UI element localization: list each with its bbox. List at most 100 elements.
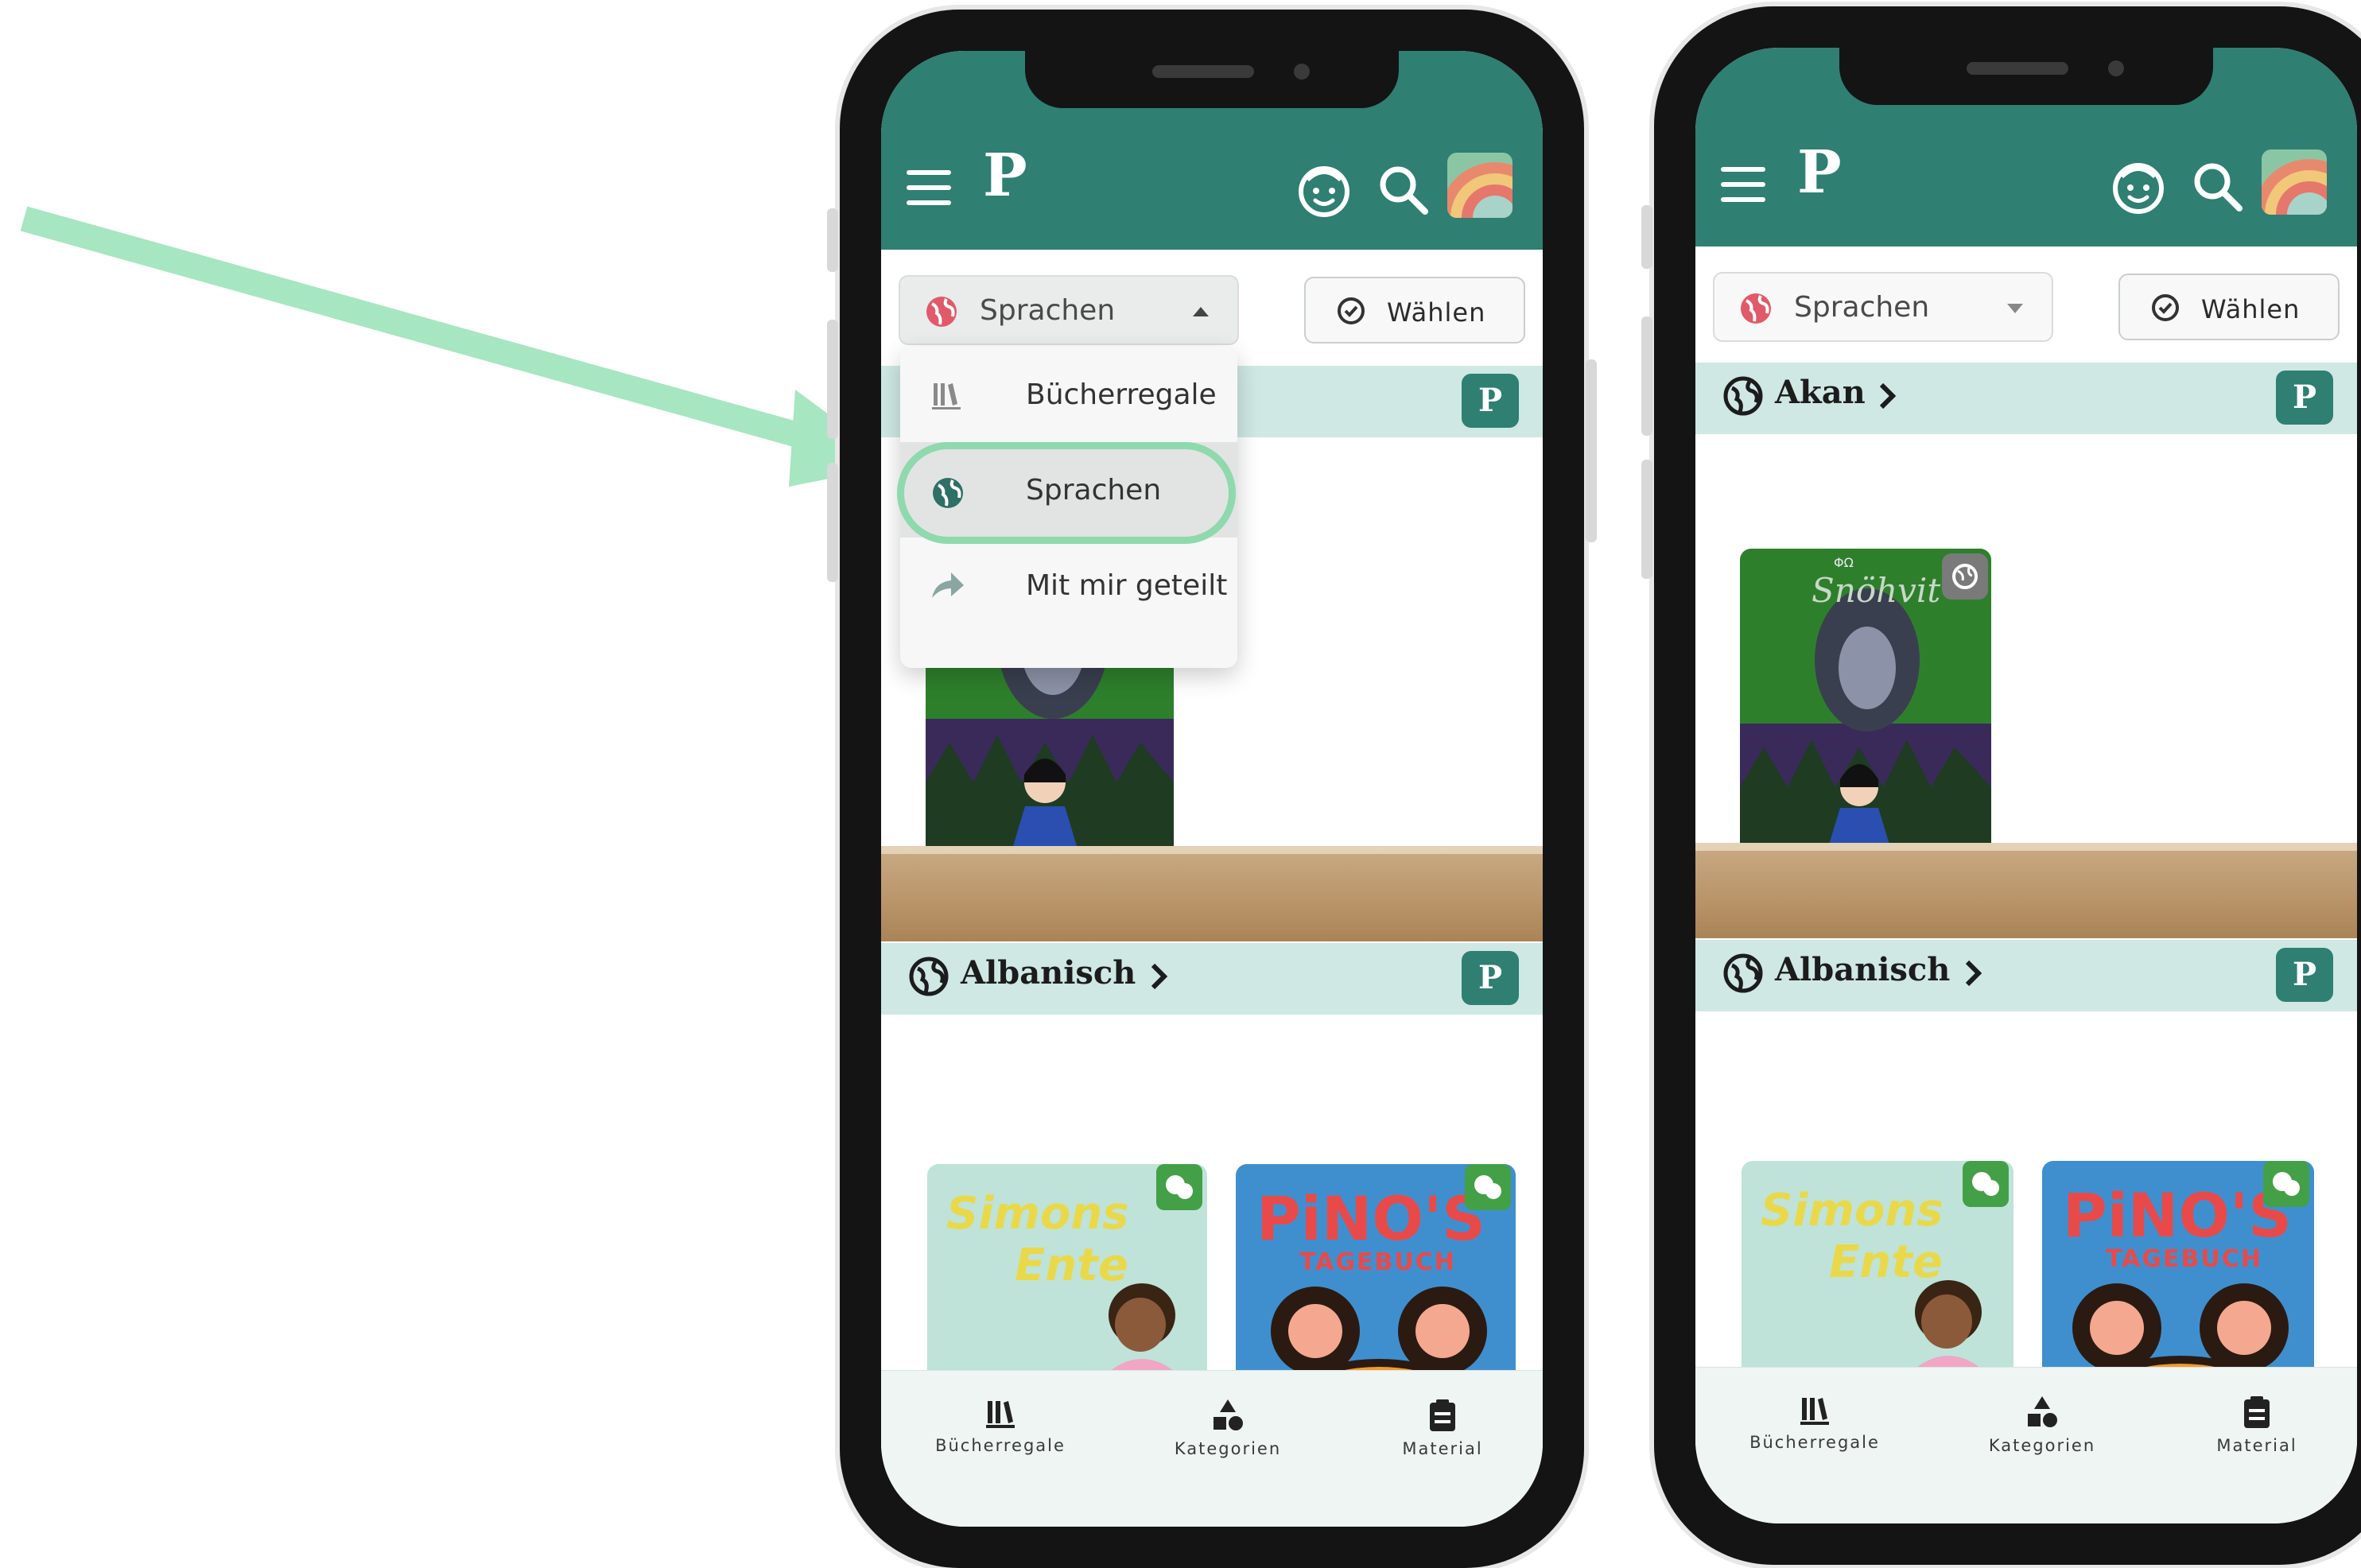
phone-left: P Sprachen Wählen P Albanisch P Simons E… [827, 10, 1597, 1568]
book-title: Simons [946, 1188, 1129, 1240]
phone-screen: P [881, 51, 1543, 1527]
section-header[interactable]: Akan P [1695, 363, 2357, 434]
nav-material[interactable]: Material [2169, 1395, 2344, 1455]
phone-screen: P [1695, 48, 2357, 1523]
shelf [1695, 851, 2357, 938]
menu-item-label: Bücherregale [1026, 378, 1217, 411]
chevron-right-icon[interactable] [1877, 380, 1899, 412]
shelf [881, 854, 1543, 941]
check-circle-icon [1338, 297, 1365, 324]
select-label: Sprachen [980, 294, 1116, 327]
notch [1839, 48, 2213, 105]
side-button [827, 463, 838, 582]
caret-down-icon [2007, 304, 2023, 313]
share-arrow-icon [932, 572, 964, 598]
book-cover[interactable]: ΦΩ Snöhvit [1740, 549, 1991, 891]
book-title: Simons [1761, 1185, 1944, 1236]
section-title: Albanisch [1775, 951, 1951, 988]
book-title: PiNO'S [1256, 1183, 1485, 1254]
chevron-right-icon[interactable] [1148, 961, 1171, 992]
side-button [1586, 359, 1597, 542]
shapes-icon [2028, 1396, 2057, 1427]
side-button [1641, 205, 1652, 269]
book-title: PiNO'S [2063, 1180, 2292, 1251]
bookshelf-icon [1800, 1398, 1829, 1425]
menu-item-shared-with-me[interactable]: Mit mir geteilt [900, 538, 1237, 633]
chat-badge-icon [1465, 1164, 1511, 1210]
select-label: Sprachen [1794, 291, 1930, 324]
child-face-icon[interactable] [2111, 159, 2166, 215]
section-header[interactable]: Albanisch P [1695, 940, 2357, 1011]
choose-label: Wählen [1387, 297, 1486, 328]
nav-label: Bücherregale [1749, 1433, 1880, 1452]
nav-bookshelves[interactable]: Bücherregale [1727, 1395, 1902, 1452]
choose-button[interactable]: Wählen [1304, 277, 1525, 343]
caret-up-icon [1193, 307, 1209, 316]
publisher-badge: P [2276, 948, 2333, 1002]
avatar[interactable] [1447, 153, 1513, 218]
search-icon[interactable] [1376, 162, 1431, 218]
shelf [1695, 843, 2357, 851]
chevron-right-icon[interactable] [1963, 957, 1985, 989]
globe-icon [909, 957, 949, 996]
bottom-nav: Bücherregale Kategorien Material [881, 1370, 1543, 1527]
menu-item-bookshelves[interactable]: Bücherregale [900, 347, 1237, 442]
shelf [881, 846, 1543, 854]
shapes-icon [1214, 1399, 1243, 1430]
nav-categories[interactable]: Kategorien [1955, 1395, 2130, 1455]
publisher-badge: P [1462, 951, 1519, 1005]
bookshelf-icon [932, 383, 961, 409]
globe-icon [1723, 376, 1763, 416]
source-dropdown-menu: Bücherregale Sprachen Mit mir geteilt [897, 347, 1237, 668]
child-face-icon[interactable] [1296, 162, 1352, 218]
search-icon[interactable] [2190, 159, 2246, 215]
clipboard-icon [2244, 1396, 2270, 1428]
globe-icon [1741, 293, 1771, 324]
check-circle-icon [2152, 294, 2179, 321]
section-title: Akan [1775, 374, 1866, 411]
book-subtitle: TAGEBUCH [1299, 1248, 1456, 1276]
publisher-badge: P [2276, 371, 2333, 425]
annotation-arrow [20, 206, 897, 487]
choose-label: Wählen [2201, 294, 2301, 324]
nav-label: Material [2216, 1436, 2297, 1455]
language-select[interactable]: Sprachen [1713, 272, 2053, 342]
nav-label: Bücherregale [935, 1436, 1066, 1455]
menu-icon[interactable] [907, 170, 951, 205]
globe-badge-icon [1942, 553, 1988, 600]
section-title: Albanisch [961, 954, 1136, 992]
choose-button[interactable]: Wählen [2118, 274, 2340, 340]
side-button [827, 320, 838, 439]
bottom-nav: Bücherregale Kategorien Material [1695, 1367, 2357, 1523]
filter-toolbar: Sprachen Wählen [881, 267, 1543, 355]
app-logo[interactable]: P [1797, 143, 1842, 202]
app-logo[interactable]: P [983, 146, 1027, 205]
bookshelf-icon [986, 1401, 1015, 1428]
menu-icon[interactable] [1721, 167, 1765, 202]
section-header[interactable]: Albanisch P [881, 943, 1543, 1015]
globe-icon [1723, 953, 1763, 993]
side-button [827, 208, 838, 272]
notch [1025, 51, 1399, 108]
chat-badge-icon [1963, 1161, 2009, 1207]
language-select[interactable]: Sprachen [899, 275, 1239, 345]
avatar[interactable] [2262, 149, 2327, 215]
side-button [1641, 460, 1652, 579]
phone-right: P Sprachen Wählen Akan P ΦΩ Snöhvit Alba… [1641, 6, 2361, 1565]
book-subtitle: TAGEBUCH [2106, 1245, 2262, 1273]
nav-bookshelves[interactable]: Bücherregale [913, 1398, 1088, 1455]
globe-icon [926, 297, 957, 327]
nav-categories[interactable]: Kategorien [1140, 1398, 1315, 1458]
nav-label: Kategorien [1988, 1436, 2096, 1455]
publisher-badge: P [1462, 374, 1519, 428]
chat-badge-icon [2263, 1161, 2309, 1207]
nav-material[interactable]: Material [1355, 1398, 1530, 1458]
menu-item-label: Mit mir geteilt [1026, 569, 1228, 602]
nav-label: Material [1402, 1439, 1483, 1458]
filter-toolbar: Sprachen Wählen [1695, 264, 2357, 351]
nav-label: Kategorien [1174, 1439, 1282, 1458]
book-title: Snöhvit [1812, 571, 1941, 610]
annotation-highlight [897, 442, 1236, 544]
side-button [1641, 316, 1652, 436]
book-publisher: ΦΩ [1834, 555, 1854, 570]
